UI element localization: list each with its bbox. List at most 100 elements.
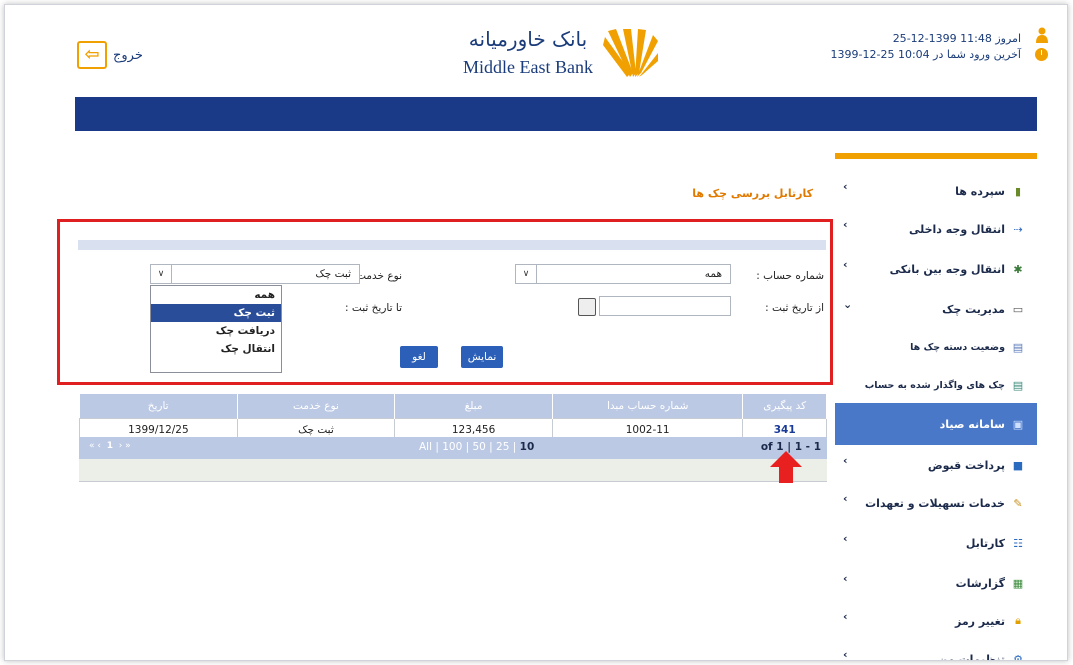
logo-english-text: Middle East Bank: [463, 57, 593, 77]
chevron-left-icon: ‹: [843, 648, 848, 661]
account-select-value: همه: [704, 268, 722, 280]
chevron-left-icon: ‹: [843, 492, 848, 505]
sidebar-item-label: تنظیمات من: [938, 652, 1005, 661]
lock-icon: 🔒︎: [1015, 614, 1021, 627]
chevron-left-icon: ‹: [843, 218, 848, 231]
chequebook-icon: ▤: [1012, 340, 1024, 354]
sidebar-item-label: انتقال وجه بین بانکی: [889, 262, 1005, 276]
sidebar-item-label: سامانه صیاد: [939, 417, 1005, 431]
sidebar-item-label: تغییر رمز: [955, 614, 1005, 628]
pager-navigation[interactable]: « ‹ 1 › »: [89, 441, 131, 451]
cancel-button[interactable]: لغو: [400, 346, 438, 368]
sidebar-item-deposits[interactable]: ‹ سپرده ها ▮: [835, 171, 1037, 211]
sidebar-item-change-password[interactable]: ‹ تغییر رمز 🔒︎: [835, 601, 1037, 641]
logo-persian-text: بانک خاورمیانه: [468, 27, 588, 51]
logout-label: خروج: [113, 47, 143, 63]
last-login: آخرین ورود شما در 10:04 25-12-1399: [830, 48, 1022, 61]
page-size-selector[interactable]: All | 100 | 50 | 25 | 10: [419, 441, 534, 453]
chevron-left-icon: ‹: [843, 572, 848, 585]
user-icon: [1036, 27, 1048, 43]
account-select[interactable]: همه ∨: [515, 264, 731, 284]
loan-icon: ✎: [1013, 496, 1023, 510]
chevron-left-icon: ‹: [843, 610, 848, 623]
sidebar-menu: ‹ سپرده ها ▮ ‹ انتقال وجه داخلی ⇢ ‹ انتق…: [835, 153, 1037, 661]
page-title: کارتابل بررسی چک ها: [692, 187, 813, 200]
report-icon: ▦: [1012, 576, 1024, 590]
sidebar-item-sayad[interactable]: سامانه صیاد ▣: [835, 403, 1037, 445]
calendar-icon[interactable]: [578, 298, 596, 316]
column-header-date[interactable]: تاریخ: [79, 394, 238, 419]
page-frame: ⇦ خروج بانک خاورمیانه Middle East Bank ا…: [4, 4, 1068, 661]
sidebar-item-label: وضعیت دسته چک ها: [910, 341, 1005, 353]
transfer-icon: ⇢: [1013, 222, 1023, 236]
show-button[interactable]: نمایش: [461, 346, 503, 368]
user-status-icons: [1033, 27, 1051, 61]
sidebar-item-bill-payment[interactable]: ‹ پرداخت قبوض ■: [835, 445, 1037, 485]
header-bar: [75, 97, 1037, 131]
chevron-left-icon: ‹: [843, 180, 848, 193]
interbank-icon: ✱: [1013, 262, 1023, 276]
cheque-icon: ▭: [1012, 302, 1024, 316]
sidebar-item-chequebook-status[interactable]: وضعیت دسته چک ها ▤: [835, 327, 1037, 367]
table-pager: « ‹ 1 › » All | 100 | 50 | 25 | 10 of 1 …: [79, 437, 827, 459]
arrow-up-icon: [770, 451, 802, 483]
sidebar-item-reports[interactable]: ‹ گزارشات ▦: [835, 563, 1037, 603]
from-date-label: از تاریخ ثبت :: [765, 302, 824, 314]
column-header-service-type[interactable]: نوع خدمت: [237, 394, 396, 419]
dropdown-option-transfer-cheque[interactable]: انتقال چک: [151, 340, 281, 358]
sidebar-item-cheque-management[interactable]: ⌄ مدیریت چک ▭: [835, 289, 1037, 329]
pager-next-last-icon[interactable]: › »: [116, 441, 131, 451]
sayad-icon: ▣: [1012, 417, 1024, 431]
sidebar-item-label: پرداخت قبوض: [927, 458, 1005, 472]
column-header-amount[interactable]: مبلغ: [394, 394, 553, 419]
results-table: تاریخ نوع خدمت مبلغ شماره حساب مبدا کد پ…: [79, 394, 827, 441]
filter-header-strip: [78, 240, 826, 250]
money-stack-icon: ▮: [1014, 184, 1022, 198]
sidebar-item-assigned-cheques[interactable]: چک های واگذار شده به حساب ▤: [835, 365, 1037, 405]
dropdown-option-register-cheque[interactable]: ثبت چک: [151, 304, 281, 322]
service-type-select[interactable]: ثبت چک ∨: [150, 264, 360, 284]
pager-first-prev-icon[interactable]: « ‹: [89, 441, 104, 451]
chevron-down-icon: ∨: [516, 265, 537, 283]
sun-logo-icon: [603, 29, 658, 77]
sidebar-item-loans[interactable]: ‹ خدمات تسهیلات و تعهدات ✎: [835, 483, 1037, 523]
sidebar-item-label: سپرده ها: [955, 184, 1005, 198]
sidebar-item-internal-transfer[interactable]: ‹ انتقال وجه داخلی ⇢: [835, 209, 1037, 249]
service-type-select-value: ثبت چک: [315, 268, 351, 280]
sidebar-item-label: خدمات تسهیلات و تعهدات: [865, 496, 1005, 510]
chevron-left-icon: ‹: [843, 532, 848, 545]
chevron-left-icon: ‹: [843, 258, 848, 271]
sidebar-item-cartable[interactable]: ‹ کارتابل ☷: [835, 523, 1037, 563]
dropdown-option-all[interactable]: همه: [151, 286, 281, 304]
chevron-down-icon: ⌄: [843, 298, 853, 311]
today-datetime: امروز 11:48 1399-12-25: [892, 32, 1021, 45]
sidebar-item-label: انتقال وجه داخلی: [908, 222, 1005, 236]
bill-icon: ■: [1012, 458, 1024, 472]
bank-logo: بانک خاورمیانه Middle East Bank: [453, 27, 693, 87]
column-header-tracking-code[interactable]: کد پیگیری: [742, 394, 827, 419]
clock-icon: [1035, 48, 1048, 61]
sidebar-item-label: چک های واگذار شده به حساب: [864, 379, 1005, 391]
login-info: امروز 11:48 1399-12-25 آخرین ورود شما در…: [831, 31, 1022, 63]
filter-panel: شماره حساب : همه ∨ نوع خدمت : ثبت چک ∨ ه…: [57, 219, 833, 385]
service-type-dropdown: همه ثبت چک دریافت چک انتقال چک: [150, 285, 282, 373]
account-label: شماره حساب :: [756, 270, 824, 282]
page-size-options[interactable]: All | 100 | 50 | 25 |: [419, 441, 516, 453]
column-header-source-account[interactable]: شماره حساب مبدا: [552, 394, 744, 419]
settings-icon: ⚙: [1013, 652, 1023, 661]
table-footer-strip: [79, 459, 827, 482]
logout-icon: ⇦: [77, 41, 107, 69]
logout-button[interactable]: ⇦ خروج: [77, 41, 143, 69]
pager-current-page[interactable]: 1: [107, 441, 113, 451]
chevron-left-icon: ‹: [843, 454, 848, 467]
chevron-down-icon: ∨: [151, 265, 172, 283]
dropdown-option-receive-cheque[interactable]: دریافت چک: [151, 322, 281, 340]
table-header-row: تاریخ نوع خدمت مبلغ شماره حساب مبدا کد پ…: [79, 394, 827, 419]
from-date-input[interactable]: [599, 296, 731, 316]
tracking-code-link[interactable]: 341: [774, 424, 796, 436]
page-size-current[interactable]: 10: [520, 441, 535, 453]
sidebar-item-label: مدیریت چک: [942, 302, 1005, 316]
sidebar-item-label: کارتابل: [965, 536, 1005, 550]
sidebar-item-my-settings[interactable]: ‹ تنظیمات من ⚙: [835, 639, 1037, 661]
sidebar-item-interbank-transfer[interactable]: ‹ انتقال وجه بین بانکی ✱: [835, 249, 1037, 289]
